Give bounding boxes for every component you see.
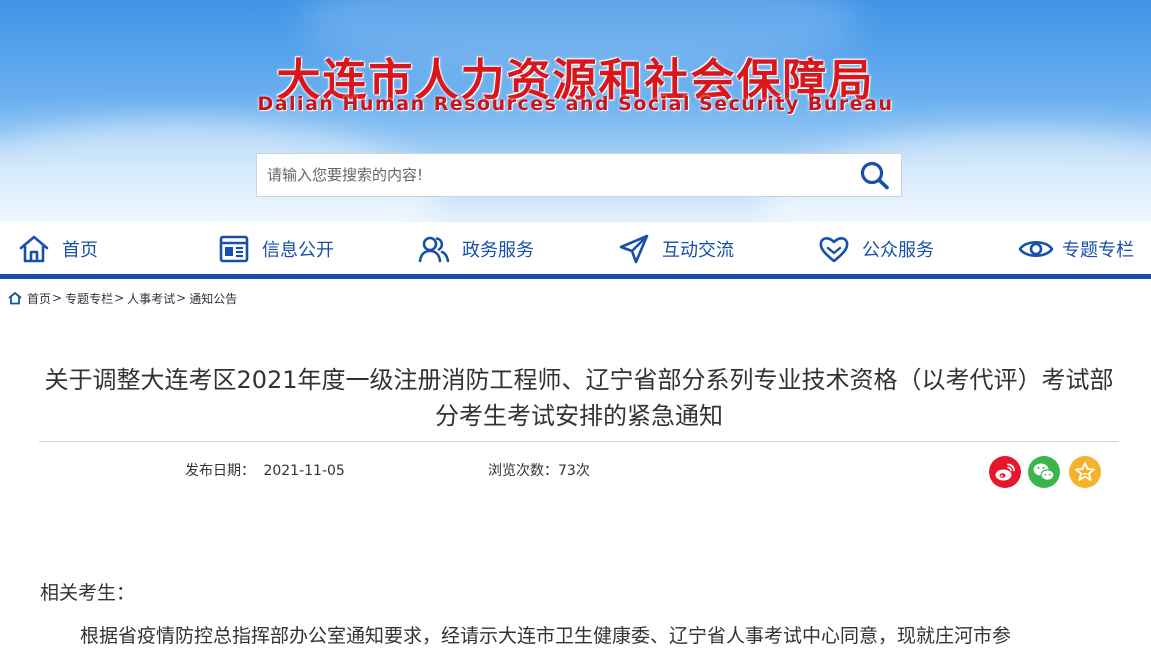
search-box <box>256 153 902 197</box>
view-count: 浏览次数：73次 <box>488 460 590 480</box>
site-subtitle: Dalian Human Resources and Social Securi… <box>257 93 894 115</box>
nav-item-info[interactable]: 信息公开 <box>218 232 334 266</box>
view-count-value: 73次 <box>558 463 590 479</box>
share-wechat-button[interactable] <box>1028 456 1060 488</box>
send-icon <box>619 234 649 264</box>
breadcrumb-separator: > <box>52 291 63 305</box>
breadcrumb-home[interactable]: 首页 <box>27 290 51 307</box>
breadcrumb-exams[interactable]: 人事考试 <box>127 290 175 307</box>
eye-icon <box>1018 240 1054 258</box>
heart-icon <box>819 237 849 263</box>
publish-date-value: 2021-11-05 <box>263 463 345 479</box>
breadcrumb: 首页 > 专题专栏 > 人事考试 > 通知公告 <box>8 289 237 307</box>
search-icon <box>860 161 889 190</box>
view-count-label: 浏览次数： <box>488 463 558 479</box>
nav-label-services: 政务服务 <box>462 240 534 261</box>
nav-label-public: 公众服务 <box>862 240 934 261</box>
nav-label-topics: 专题专栏 <box>1062 240 1134 261</box>
nav-divider <box>0 274 1151 279</box>
nav-label-home: 首页 <box>62 240 98 261</box>
share-weibo-button[interactable] <box>989 456 1021 488</box>
favorite-button[interactable] <box>1069 456 1101 488</box>
star-icon <box>1075 462 1095 481</box>
nav-item-topics[interactable]: 专题专栏 <box>1018 232 1134 266</box>
search-input[interactable] <box>257 154 847 196</box>
nav-item-services[interactable]: 政务服务 <box>418 232 534 266</box>
wechat-icon <box>1033 463 1055 481</box>
weibo-icon <box>995 463 1015 481</box>
title-divider <box>39 441 1119 442</box>
nav-item-interact[interactable]: 互动交流 <box>618 232 734 266</box>
nav-item-public[interactable]: 公众服务 <box>818 232 934 266</box>
article-paragraph: 根据省疫情防控总指挥部办公室通知要求，经请示大连市卫生健康委、辽宁省人事考试中心… <box>80 625 1012 647</box>
search-button[interactable] <box>859 160 891 190</box>
article-title: 关于调整大连考区2021年度一级注册消防工程师、辽宁省部分系列专业技术资格（以考… <box>44 366 1114 430</box>
header-banner: 大连市人力资源和社会保障局 Dalian Human Resources and… <box>0 0 1151 222</box>
nav-label-info: 信息公开 <box>262 240 334 261</box>
breadcrumb-separator: > <box>114 291 125 305</box>
home-icon <box>19 235 49 263</box>
users-icon <box>418 236 450 263</box>
publish-date: 发布日期： 2021-11-05 <box>185 460 345 480</box>
publish-date-label: 发布日期： <box>185 463 255 479</box>
page: 大连市人力资源和社会保障局 Dalian Human Resources and… <box>0 0 1151 658</box>
salutation: 相关考生： <box>40 582 136 604</box>
nav-item-home[interactable]: 首页 <box>18 232 98 266</box>
nav-label-interact: 互动交流 <box>662 240 734 261</box>
breadcrumb-topics[interactable]: 专题专栏 <box>65 290 113 307</box>
main-nav: 首页 信息公开 政务服务 互动交流 公众服务 专题专栏 <box>0 222 1151 274</box>
breadcrumb-separator: > <box>176 291 187 305</box>
home-icon <box>8 292 22 305</box>
breadcrumb-notices[interactable]: 通知公告 <box>189 290 237 307</box>
info-list-icon <box>219 235 249 263</box>
